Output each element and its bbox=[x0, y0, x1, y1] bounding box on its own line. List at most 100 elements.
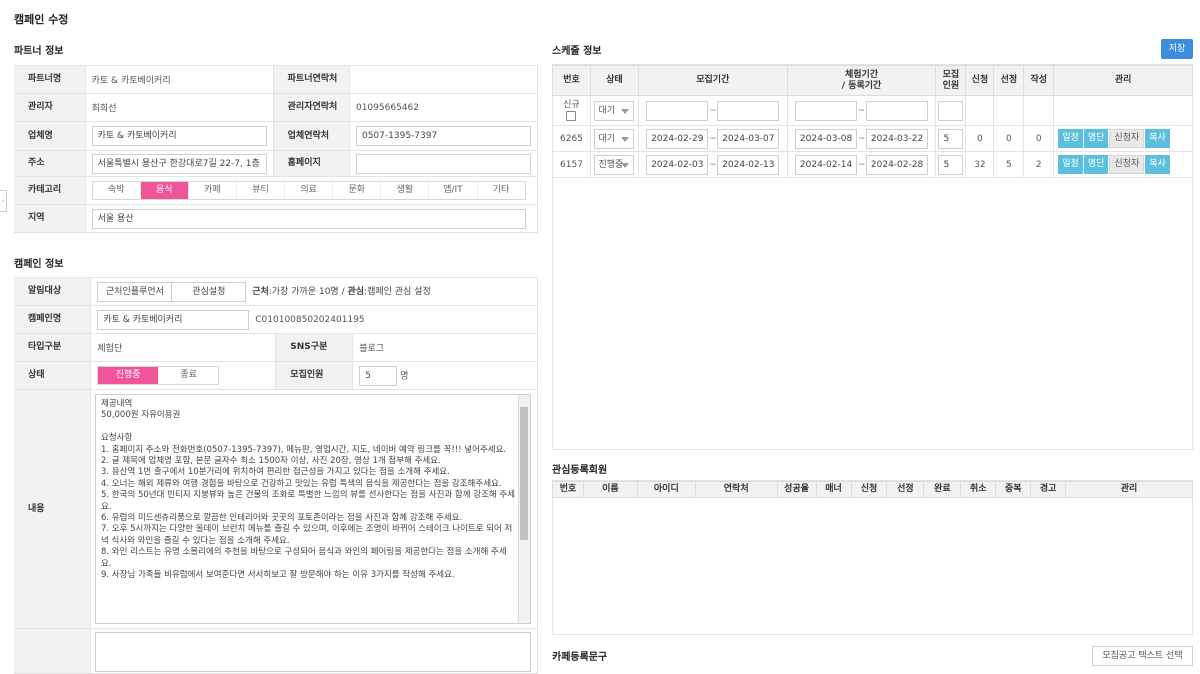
list-button[interactable]: 명단 bbox=[1083, 155, 1109, 174]
company-label: 업체명 bbox=[14, 121, 86, 151]
row-recruit-end[interactable]: 2024-03-07 bbox=[717, 128, 780, 149]
new-checkbox[interactable] bbox=[566, 111, 577, 121]
col-recruit-period: 모집기간 bbox=[637, 65, 788, 96]
interest-col-header: 경고 bbox=[1030, 481, 1067, 498]
interest-col-header: 이름 bbox=[582, 481, 638, 498]
row-apply: 32 bbox=[965, 151, 995, 178]
interest-box bbox=[552, 480, 1193, 635]
row-exp-start[interactable]: 2024-02-14 bbox=[795, 154, 858, 175]
col-manage: 관리 bbox=[1053, 65, 1193, 96]
row-recruit-end[interactable]: 2024-02-13 bbox=[717, 154, 780, 175]
category-option[interactable]: 문화 bbox=[333, 182, 382, 199]
content-textarea[interactable]: 제공내역 50,000원 자유이용권 요청사항 1. 홈페이지 주소와 전화번호… bbox=[95, 394, 531, 624]
schedule-section-title: 스케줄 정보 bbox=[552, 46, 602, 57]
interest-table: 번호 이름 아이디 연락처 성공율 매너 신청 선정 완료 취소 중복 경고 관리 bbox=[552, 481, 1193, 498]
new-recruit-start[interactable] bbox=[646, 100, 709, 121]
schedule-button[interactable]: 일정 bbox=[1058, 129, 1083, 148]
manager-value: 최희선 bbox=[84, 93, 274, 122]
campaign-code: C010100850202401195 bbox=[255, 315, 365, 325]
manager-label: 관리자 bbox=[14, 93, 86, 122]
sns-value: 블로그 bbox=[352, 333, 538, 362]
interest-col-header: 매너 bbox=[815, 481, 852, 498]
extra-textarea[interactable] bbox=[95, 632, 531, 672]
schedule-row: 6157 진행중 2024-02-03 ~2024-02-13 2024-02-1… bbox=[552, 151, 1193, 178]
notify-description: 근처:가장 가까운 10명 / 관심:캠페인 관심 설정 bbox=[252, 287, 431, 297]
save-button[interactable]: 저장 bbox=[1161, 39, 1193, 59]
interest-col-header: 신청 bbox=[850, 481, 888, 498]
interest-col-header: 아이디 bbox=[636, 481, 696, 498]
status-label: 상태 bbox=[14, 361, 92, 390]
partner-name-label: 파트너명 bbox=[14, 65, 86, 94]
region-input[interactable]: 서울 용산 bbox=[91, 208, 526, 229]
notify-interest-button[interactable]: 관심설정 bbox=[171, 281, 247, 302]
category-option[interactable]: 의료 bbox=[285, 182, 334, 199]
homepage-input[interactable] bbox=[355, 153, 531, 174]
row-exp-start[interactable]: 2024-03-08 bbox=[795, 128, 858, 149]
recruit-unit: 명 bbox=[400, 371, 409, 381]
col-no: 번호 bbox=[552, 65, 591, 96]
recruit-count-input[interactable]: 5 bbox=[359, 365, 398, 386]
chevron-down-icon bbox=[621, 108, 630, 114]
interest-col-header: 번호 bbox=[552, 481, 584, 498]
interest-col-header: 관리 bbox=[1065, 481, 1193, 498]
status-toggle: 진행중 종료 bbox=[97, 366, 220, 385]
category-option[interactable]: 숙박 bbox=[93, 182, 141, 199]
select-recruit-text-button[interactable]: 모집공고 텍스트 선택 bbox=[1092, 646, 1193, 666]
copy-button[interactable]: 복사 bbox=[1145, 155, 1170, 174]
new-status-select[interactable]: 대기 bbox=[594, 100, 635, 121]
company-contact-input[interactable]: 0507-1395-7397 bbox=[355, 126, 531, 146]
col-apply: 신청 bbox=[965, 65, 995, 96]
collapse-handle[interactable]: ‹ bbox=[0, 190, 7, 212]
list-button[interactable]: 명단 bbox=[1083, 129, 1109, 148]
partner-name-value: 카토 & 카토베이커리 bbox=[84, 65, 274, 94]
campaign-name-input[interactable]: 카토 & 카토베이커리 bbox=[97, 309, 250, 330]
region-label: 지역 bbox=[14, 204, 86, 233]
row-write: 2 bbox=[1023, 151, 1055, 178]
recruit-label: 모집인원 bbox=[275, 361, 354, 390]
applicant-button[interactable]: 신청자 bbox=[1109, 129, 1145, 148]
new-exp-start[interactable] bbox=[795, 100, 858, 121]
status-active-button[interactable]: 진행중 bbox=[98, 367, 159, 384]
col-exp-period: 체험기간 / 등록기간 bbox=[786, 65, 937, 96]
interest-col-header: 완료 bbox=[923, 481, 962, 498]
company-contact-label: 업체연락처 bbox=[273, 121, 350, 151]
company-name-input[interactable]: 카토 & 카토베이커리 bbox=[91, 126, 267, 146]
content-scrollbar-thumb[interactable] bbox=[520, 407, 528, 540]
row-exp-end[interactable]: 2024-03-22 bbox=[866, 128, 929, 149]
row-status-select[interactable]: 진행중 bbox=[594, 154, 635, 175]
copy-button[interactable]: 복사 bbox=[1145, 129, 1170, 148]
new-recruit-end[interactable] bbox=[717, 100, 780, 121]
applicant-button[interactable]: 신청자 bbox=[1109, 155, 1145, 174]
row-select: 5 bbox=[993, 151, 1025, 178]
category-option[interactable]: 음식 bbox=[140, 182, 189, 199]
new-exp-end[interactable] bbox=[866, 100, 929, 121]
row-exp-end[interactable]: 2024-02-28 bbox=[866, 154, 929, 175]
category-option[interactable]: 뷰티 bbox=[237, 182, 286, 199]
row-count-input[interactable]: 5 bbox=[938, 154, 964, 175]
row-write: 0 bbox=[1023, 125, 1055, 152]
row-recruit-start[interactable]: 2024-02-29 bbox=[646, 128, 709, 149]
row-select: 0 bbox=[993, 125, 1025, 152]
category-option[interactable]: 카페 bbox=[189, 182, 237, 199]
partner-table: 파트너명 카토 & 카토베이커리 파트너연락처 관리자 최희선 관리자연락처 0… bbox=[14, 65, 539, 233]
new-label: 신규 bbox=[563, 100, 580, 110]
category-option[interactable]: 앱/IT bbox=[429, 182, 478, 199]
type-value: 체험단 bbox=[90, 333, 277, 362]
interest-section-title: 관심등록회원 bbox=[552, 465, 608, 476]
schedule-button[interactable]: 일정 bbox=[1058, 155, 1083, 174]
category-selector: 숙박 음식 카페 뷰티 의료 문화 생활 앱/IT 기타 bbox=[91, 181, 526, 200]
row-status-select[interactable]: 대기 bbox=[594, 128, 635, 149]
row-no: 6157 bbox=[552, 151, 591, 178]
notify-nearby-button[interactable]: 근처인플루언서 bbox=[97, 281, 173, 302]
row-recruit-start[interactable]: 2024-02-03 bbox=[646, 154, 709, 175]
address-input[interactable]: 서울특별시 용산구 한강대로7길 22-7, 1층 bbox=[91, 153, 267, 174]
row-count-input[interactable]: 5 bbox=[938, 128, 964, 149]
interest-col-header: 연락처 bbox=[694, 481, 778, 498]
category-option[interactable]: 생활 bbox=[381, 182, 430, 199]
new-count-input[interactable] bbox=[938, 100, 964, 121]
interest-col-header: 선정 bbox=[886, 481, 925, 498]
cafe-section-title: 카페등록문구 bbox=[552, 652, 608, 663]
category-option[interactable]: 기타 bbox=[478, 182, 525, 199]
status-closed-button[interactable]: 종료 bbox=[159, 367, 219, 384]
col-recruit-count: 모집 인원 bbox=[935, 65, 967, 96]
